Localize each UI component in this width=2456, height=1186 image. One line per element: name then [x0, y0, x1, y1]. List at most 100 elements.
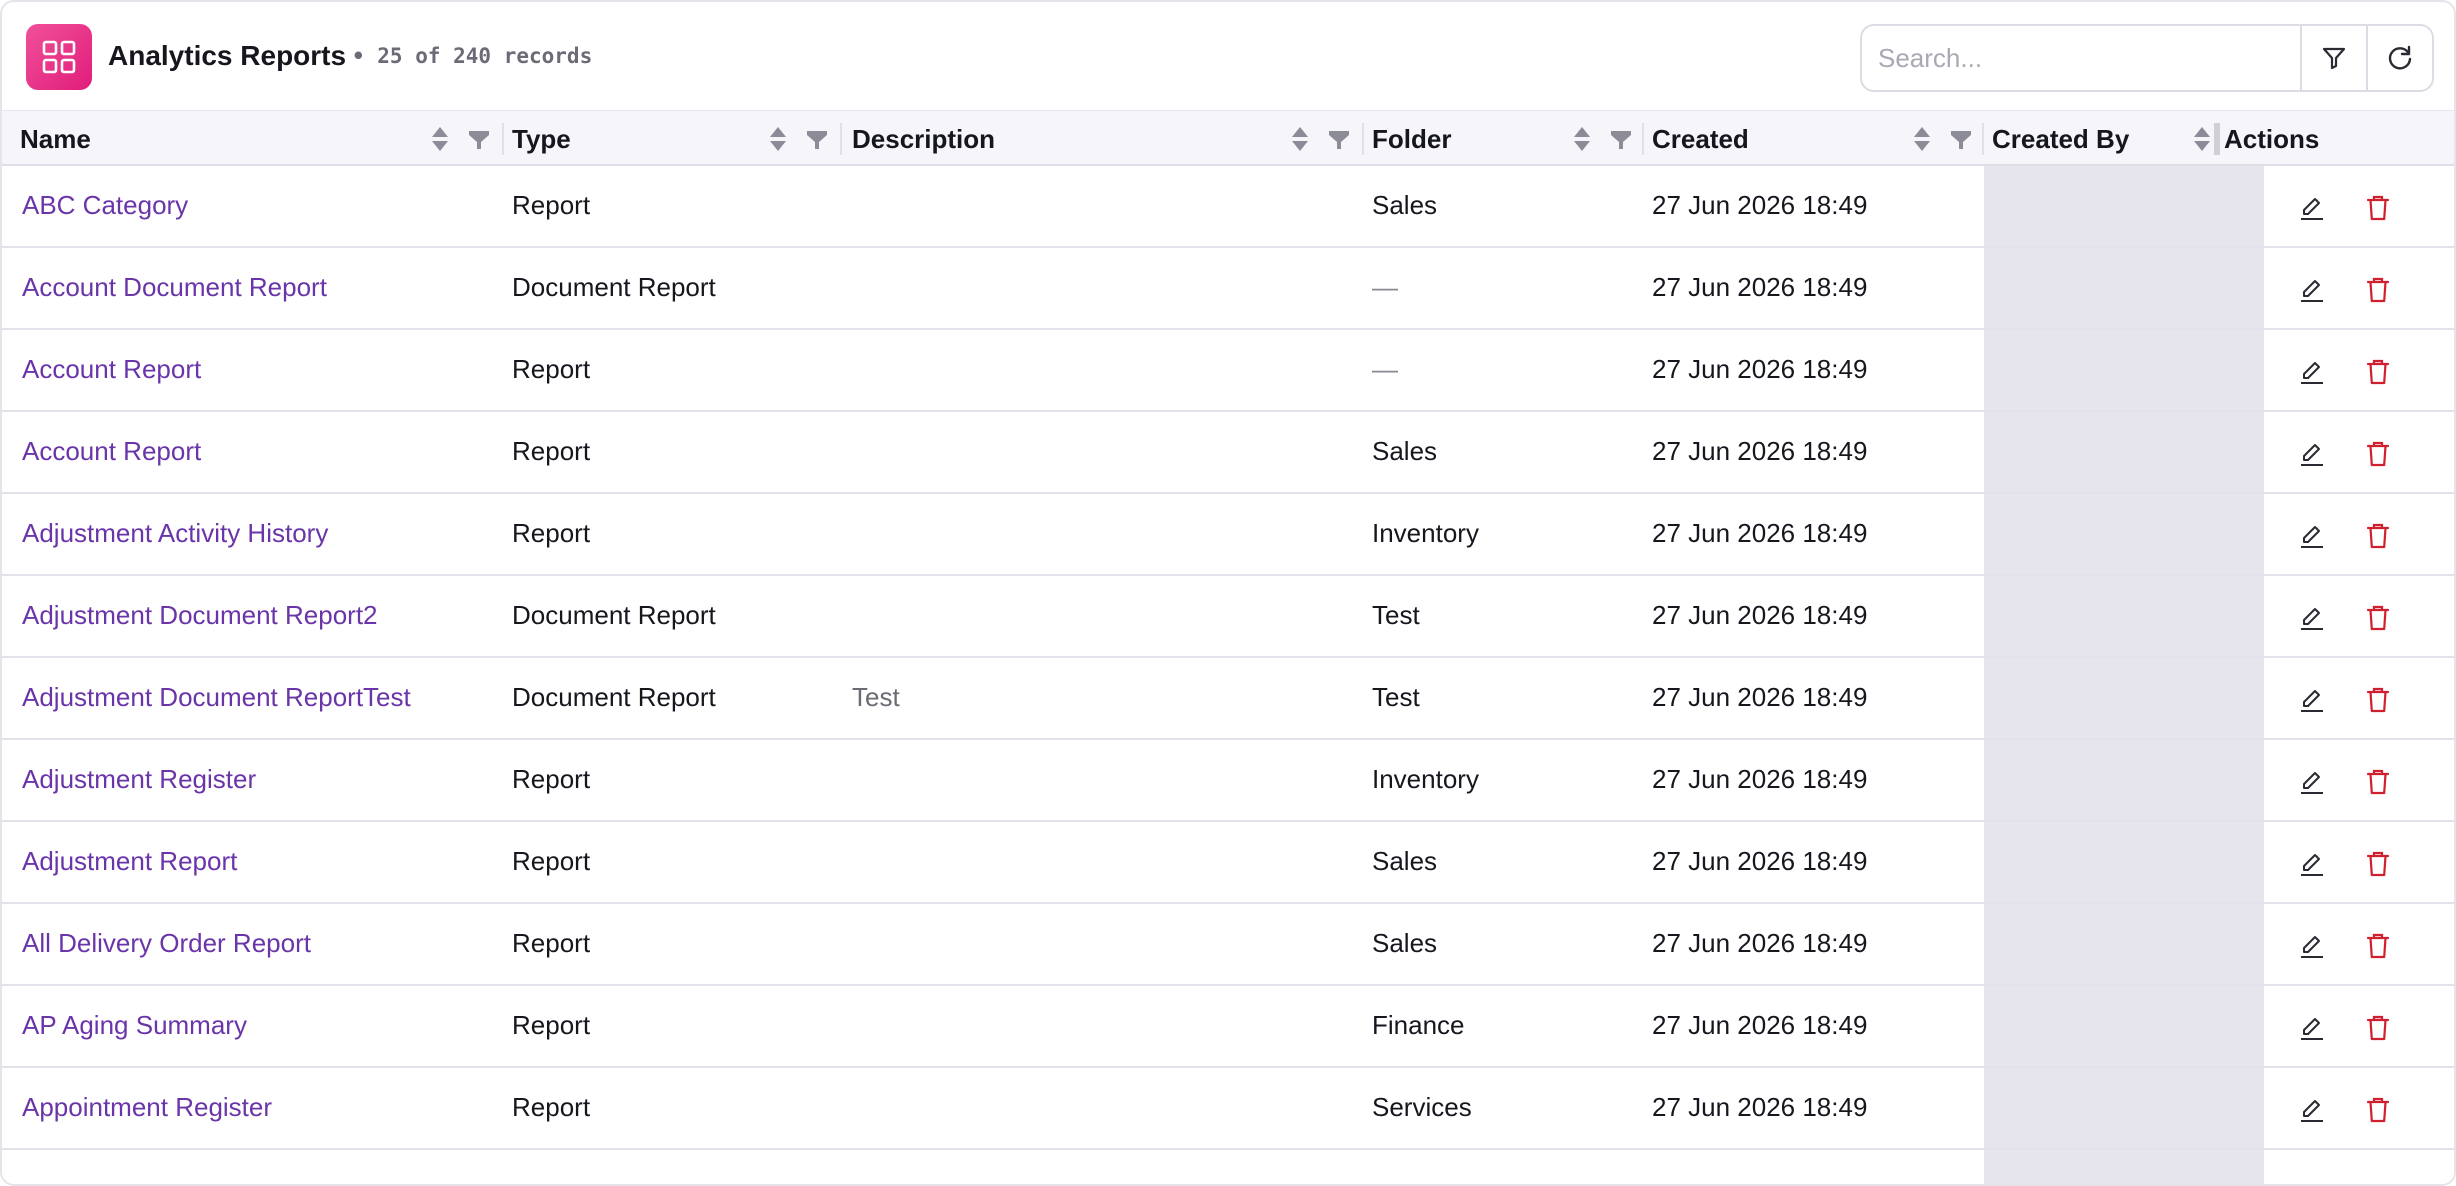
- page-title: Analytics Reports: [108, 40, 347, 71]
- report-folder: Sales: [1372, 846, 1438, 876]
- sort-icon[interactable]: [768, 125, 788, 153]
- delete-icon[interactable]: [2364, 275, 2392, 305]
- grid-icon: [26, 24, 92, 90]
- column-filter-icon[interactable]: [1950, 129, 1972, 151]
- report-folder: Inventory: [1372, 764, 1479, 794]
- report-created: 27 Jun 2026 18:49: [1652, 928, 1868, 958]
- report-folder: Sales: [1372, 190, 1438, 220]
- report-created: 27 Jun 2026 18:49: [1652, 436, 1868, 466]
- search-group: [1860, 24, 2434, 92]
- column-filter-icon[interactable]: [1610, 129, 1632, 151]
- column-filter-icon[interactable]: [806, 129, 828, 151]
- edit-icon[interactable]: [2298, 522, 2326, 550]
- report-created: 27 Jun 2026 18:49: [1652, 190, 1868, 220]
- report-folder: Sales: [1372, 436, 1438, 466]
- report-name-link[interactable]: Adjustment Register: [22, 764, 256, 795]
- report-folder: Finance: [1372, 1010, 1465, 1040]
- edit-icon[interactable]: [2298, 358, 2326, 386]
- reports-panel: Analytics Reports • 25 of 240 records Na…: [0, 0, 2456, 1186]
- search-input[interactable]: [1862, 26, 2300, 90]
- report-created: 27 Jun 2026 18:49: [1652, 1010, 1868, 1040]
- report-name-link[interactable]: Account Report: [22, 354, 201, 385]
- delete-icon[interactable]: [2364, 357, 2392, 387]
- sort-icon[interactable]: [430, 125, 450, 153]
- report-name-link[interactable]: AP Aging Summary: [22, 1010, 247, 1041]
- report-name-link[interactable]: Appointment Register: [22, 1092, 272, 1123]
- sort-icon[interactable]: [1290, 125, 1310, 153]
- column-label: Created: [1652, 124, 1749, 154]
- record-count: • 25 of 240 records: [352, 44, 593, 68]
- edit-icon[interactable]: [2298, 1014, 2326, 1042]
- column-header-created-by[interactable]: Created By: [1974, 111, 2220, 167]
- delete-icon[interactable]: [2364, 931, 2392, 961]
- edit-icon[interactable]: [2298, 276, 2326, 304]
- report-created: 27 Jun 2026 18:49: [1652, 764, 1868, 794]
- column-filter-icon[interactable]: [1328, 129, 1350, 151]
- report-name-link[interactable]: Adjustment Activity History: [22, 518, 328, 549]
- sort-icon[interactable]: [1572, 125, 1592, 153]
- report-type: Report: [512, 190, 591, 220]
- table-body: ABC Category Report Sales 27 Jun 2026 18…: [2, 166, 2454, 1184]
- delete-icon[interactable]: [2364, 603, 2392, 633]
- report-created: 27 Jun 2026 18:49: [1652, 846, 1868, 876]
- column-label: Name: [20, 124, 91, 154]
- column-filter-icon[interactable]: [468, 129, 490, 151]
- delete-icon[interactable]: [2364, 193, 2392, 223]
- delete-icon[interactable]: [2364, 439, 2392, 469]
- table-row: Account Report Report Sales 27 Jun 2026 …: [2, 412, 2454, 494]
- delete-icon[interactable]: [2364, 1095, 2392, 1125]
- edit-icon[interactable]: [2298, 1096, 2326, 1124]
- filter-button[interactable]: [2300, 26, 2366, 90]
- table-row: Adjustment Activity History Report Inven…: [2, 494, 2454, 576]
- edit-icon[interactable]: [2298, 932, 2326, 960]
- edit-icon[interactable]: [2298, 686, 2326, 714]
- report-folder: Services: [1372, 1092, 1472, 1122]
- table-row: Adjustment Register Report Inventory 27 …: [2, 740, 2454, 822]
- table-row: All Delivery Order Report Report Sales 2…: [2, 904, 2454, 986]
- delete-icon[interactable]: [2364, 767, 2392, 797]
- report-name-link[interactable]: All Delivery Order Report: [22, 928, 311, 959]
- report-created: 27 Jun 2026 18:49: [1652, 600, 1868, 630]
- delete-icon[interactable]: [2364, 849, 2392, 879]
- delete-icon[interactable]: [2364, 521, 2392, 551]
- report-name-link[interactable]: Adjustment Report: [22, 846, 237, 877]
- column-header-created[interactable]: Created: [1634, 111, 1984, 167]
- report-type: Report: [512, 1010, 591, 1040]
- column-header-name[interactable]: Name: [2, 111, 504, 167]
- report-created: 27 Jun 2026 18:49: [1652, 682, 1868, 712]
- column-label: Actions: [2224, 124, 2320, 154]
- report-type: Document Report: [512, 682, 716, 712]
- table-row: Adjustment Report Report Sales 27 Jun 20…: [2, 822, 2454, 904]
- report-folder: Test: [1372, 682, 1420, 712]
- filter-icon: [2322, 47, 2346, 70]
- report-name-link[interactable]: Account Report: [22, 436, 201, 467]
- report-type: Report: [512, 354, 591, 384]
- report-type: Report: [512, 846, 591, 876]
- table-row: Adjustment Document Report2 Document Rep…: [2, 576, 2454, 658]
- report-type: Report: [512, 764, 591, 794]
- report-name-link[interactable]: Account Document Report: [22, 272, 327, 303]
- column-header-folder[interactable]: Folder: [1354, 111, 1644, 167]
- report-folder: Test: [1372, 600, 1420, 630]
- table-row: Appointment Register Report Services 27 …: [2, 1068, 2454, 1150]
- column-label: Folder: [1372, 124, 1452, 154]
- refresh-button[interactable]: [2366, 26, 2432, 90]
- column-header-description[interactable]: Description: [834, 111, 1364, 167]
- edit-icon[interactable]: [2298, 604, 2326, 632]
- delete-icon[interactable]: [2364, 685, 2392, 715]
- sort-icon[interactable]: [1912, 125, 1932, 153]
- edit-icon[interactable]: [2298, 440, 2326, 468]
- table-row: ABC Category Report Sales 27 Jun 2026 18…: [2, 166, 2454, 248]
- report-created: 27 Jun 2026 18:49: [1652, 354, 1868, 384]
- delete-icon[interactable]: [2364, 1013, 2392, 1043]
- report-name-link[interactable]: Adjustment Document Report2: [22, 600, 378, 631]
- report-name-link[interactable]: Adjustment Document ReportTest: [22, 682, 411, 713]
- edit-icon[interactable]: [2298, 768, 2326, 796]
- edit-icon[interactable]: [2298, 194, 2326, 222]
- edit-icon[interactable]: [2298, 850, 2326, 878]
- table-row: Account Document Report Document Report …: [2, 248, 2454, 330]
- report-folder: —: [1372, 354, 1398, 384]
- table-row: Adjustment Document ReportTest Document …: [2, 658, 2454, 740]
- column-header-type[interactable]: Type: [494, 111, 842, 167]
- report-name-link[interactable]: ABC Category: [22, 190, 188, 221]
